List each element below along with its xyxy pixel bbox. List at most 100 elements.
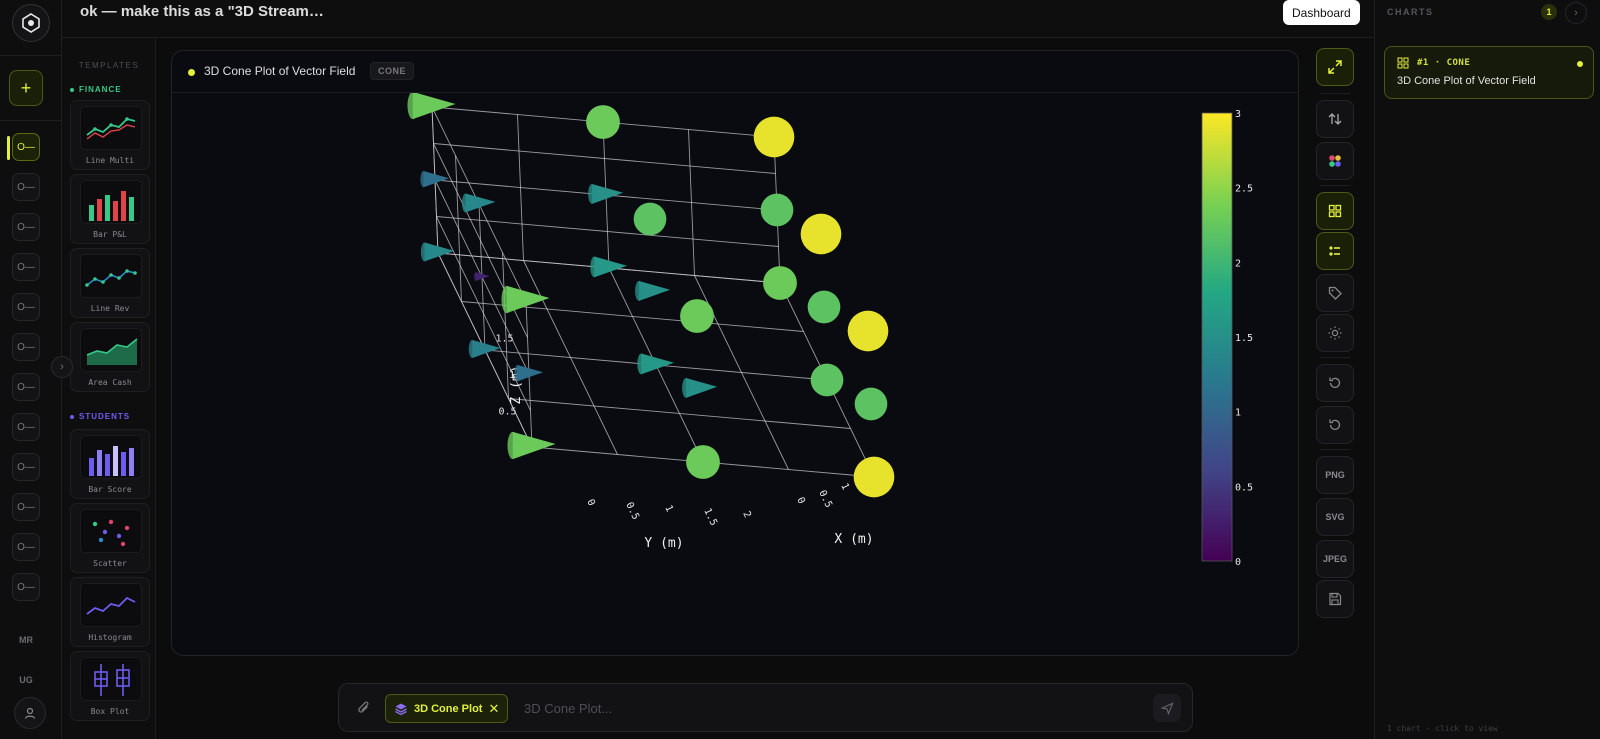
rail-divider	[0, 55, 62, 56]
rail-item-ug[interactable]: UG	[14, 675, 38, 685]
active-indicator	[7, 136, 10, 160]
cone-mark	[423, 170, 449, 188]
x-tick-label: 0	[794, 496, 807, 506]
cone-mark	[760, 193, 794, 227]
theme-button[interactable]	[1316, 314, 1354, 352]
bar-chart-icon	[80, 435, 142, 479]
sun-icon	[1328, 326, 1342, 340]
cone-mark	[638, 280, 671, 301]
y-axis-title: Y (m)	[644, 536, 683, 551]
template-label: Bar Score	[88, 485, 132, 494]
prompt-input[interactable]	[524, 698, 1124, 718]
user-avatar-icon[interactable]	[14, 697, 46, 729]
send-button[interactable]	[1153, 694, 1181, 722]
cone-mark	[800, 213, 842, 255]
export-svg-button[interactable]: SVG	[1316, 498, 1354, 536]
template-label: Line Multi	[85, 156, 135, 165]
save-button[interactable]	[1316, 580, 1354, 618]
cone-base	[501, 285, 513, 314]
grid-icon	[1328, 204, 1342, 218]
colorbar-tick-label: 3	[1235, 109, 1241, 120]
top-bar: ok — make this as a "3D Stream… Dashboar…	[62, 0, 1374, 38]
toolbar-divider	[1320, 93, 1350, 94]
export-jpeg-button[interactable]: JPEG	[1316, 540, 1354, 578]
y-tick-label: 0.5	[623, 501, 641, 522]
rail-session-1[interactable]: O—	[12, 133, 40, 161]
palette-button[interactable]	[1316, 142, 1354, 180]
templates-heading: TEMPLATES	[78, 61, 140, 70]
collapse-panel-button[interactable]: ›	[1565, 2, 1587, 24]
cone-mark	[512, 431, 556, 460]
toolbar-divider	[1320, 185, 1350, 186]
rail-session-4[interactable]: O—	[12, 253, 40, 281]
legend-button[interactable]	[1316, 232, 1354, 270]
rail-session-6[interactable]: O—	[12, 333, 40, 361]
rail-session-3[interactable]: O—	[12, 213, 40, 241]
cone-mark	[475, 272, 490, 281]
layers-icon	[395, 703, 407, 715]
chart-list-item[interactable]: #1 · CONE 3D Cone Plot of Vector Field	[1384, 46, 1594, 99]
rail-session-9[interactable]: O—	[12, 453, 40, 481]
rail-session-2[interactable]: O—	[12, 173, 40, 201]
undo-icon	[1329, 377, 1341, 388]
chart-title: 3D Cone Plot of Vector Field	[204, 64, 356, 78]
cone-mark	[412, 93, 456, 120]
chip-label: 3D Cone Plot	[414, 702, 483, 715]
expand-sidebar-button[interactable]: ›	[51, 356, 73, 378]
attach-button[interactable]	[356, 700, 372, 721]
swap-icon	[1328, 113, 1342, 125]
active-dot	[1577, 61, 1583, 67]
chart-card-header: 3D Cone Plot of Vector Field CONE	[172, 51, 1298, 93]
template-label: Box Plot	[90, 707, 130, 716]
template-bar-score[interactable]: Bar Score	[70, 429, 150, 499]
z-tick-label: 0.5	[498, 407, 516, 418]
box-plot-icon	[80, 657, 142, 701]
remove-chip-icon[interactable]: ✕	[488, 701, 499, 717]
rail-session-8[interactable]: O—	[12, 413, 40, 441]
template-scatter[interactable]: Scatter	[70, 503, 150, 573]
scatter-chart-icon	[80, 509, 142, 553]
rail-divider	[0, 120, 62, 121]
expand-button[interactable]	[1316, 48, 1354, 86]
rail-item-mr[interactable]: MR	[14, 635, 38, 645]
export-png-button[interactable]: PNG	[1316, 456, 1354, 494]
rail-session-5[interactable]: O—	[12, 293, 40, 321]
rail-session-7[interactable]: O—	[12, 373, 40, 401]
cone-mark	[591, 183, 624, 204]
template-histogram[interactable]: Histogram	[70, 577, 150, 647]
context-chip[interactable]: 3D Cone Plot ✕	[385, 694, 509, 723]
app-logo-icon[interactable]	[12, 4, 50, 42]
template-bar-pnl[interactable]: Bar P&L	[70, 174, 150, 244]
conversation-title: ok — make this as a "3D Stream…	[80, 3, 324, 20]
rail-session-10[interactable]: O—	[12, 493, 40, 521]
area-chart-icon	[80, 328, 142, 372]
colorbar-tick-label: 1	[1235, 408, 1241, 419]
template-line-multi[interactable]: Line Multi	[70, 100, 150, 170]
dashboard-button[interactable]: Dashboard	[1283, 0, 1360, 25]
template-box-plot[interactable]: Box Plot	[70, 651, 150, 721]
swap-button[interactable]	[1316, 100, 1354, 138]
colorbar-tick-label: 2	[1235, 258, 1241, 269]
label-button[interactable]	[1316, 274, 1354, 312]
z-tick-label: 1.5	[495, 334, 513, 345]
cone-base	[507, 431, 519, 460]
chart-item-title: 3D Cone Plot of Vector Field	[1397, 75, 1536, 87]
new-chat-button[interactable]: +	[9, 70, 43, 106]
template-area-cash[interactable]: Area Cash	[70, 322, 150, 392]
cone-base	[474, 272, 478, 281]
y-tick-label: 2	[740, 510, 753, 520]
category-dot	[70, 414, 74, 419]
template-label: Area Cash	[88, 378, 132, 387]
rail-session-12[interactable]: O—	[12, 573, 40, 601]
template-label: Bar P&L	[93, 230, 127, 239]
grid-line	[455, 155, 462, 302]
cone-plot[interactable]: 00.511.5200.511.5200.511.52Z (m)Y (m)X (…	[172, 93, 1300, 657]
grid-view-button[interactable]	[1316, 192, 1354, 230]
status-dot	[188, 69, 195, 76]
redo-button[interactable]	[1316, 406, 1354, 444]
template-line-rev[interactable]: Line Rev	[70, 248, 150, 318]
undo-button[interactable]	[1316, 364, 1354, 402]
cone-base	[590, 256, 599, 278]
rail-session-11[interactable]: O—	[12, 533, 40, 561]
expand-icon	[1328, 60, 1342, 74]
